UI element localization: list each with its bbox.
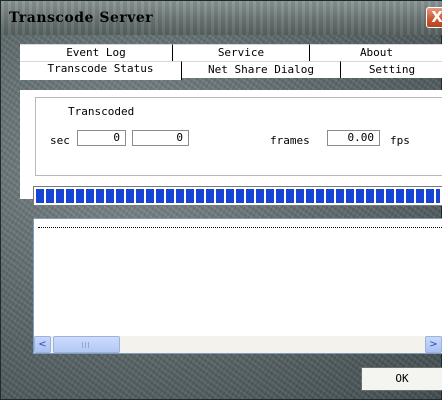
sec-value-field-1: 0: [77, 130, 126, 146]
close-icon[interactable]: X: [426, 7, 442, 28]
horizontal-scrollbar[interactable]: < >: [34, 336, 442, 353]
title-bar[interactable]: Transcode Server X: [1, 1, 442, 35]
list-item[interactable]: [38, 227, 442, 229]
tab-transcode-status[interactable]: Transcode Status: [20, 61, 182, 80]
transcode-progress-bar: [33, 186, 442, 206]
tab-service[interactable]: Service: [173, 44, 310, 61]
sec-label: sec: [50, 134, 70, 147]
fps-label: fps: [390, 134, 410, 147]
tab-about[interactable]: About: [310, 44, 442, 61]
tab-event-log[interactable]: Event Log: [20, 44, 173, 61]
scroll-left-icon[interactable]: <: [34, 336, 51, 353]
progress-fill: [36, 189, 440, 203]
scrollbar-thumb[interactable]: [53, 336, 120, 353]
tab-setting[interactable]: Setting: [341, 61, 442, 78]
main-window: Transcode Server X Event Log Service Abo…: [0, 0, 442, 400]
tab-net-share-dialog[interactable]: Net Share Dialog: [182, 61, 341, 78]
log-listbox[interactable]: < >: [33, 218, 442, 354]
ok-button[interactable]: OK: [361, 367, 442, 391]
thumb-grip-icon: [82, 342, 91, 348]
sec-value-field-2: 0: [132, 130, 189, 146]
transcoded-label: Transcoded: [68, 105, 135, 118]
frames-label: frames: [270, 134, 310, 147]
fps-value-field: 0.00: [327, 130, 380, 146]
scroll-right-icon[interactable]: >: [425, 336, 442, 353]
window-title: Transcode Server: [9, 10, 154, 26]
